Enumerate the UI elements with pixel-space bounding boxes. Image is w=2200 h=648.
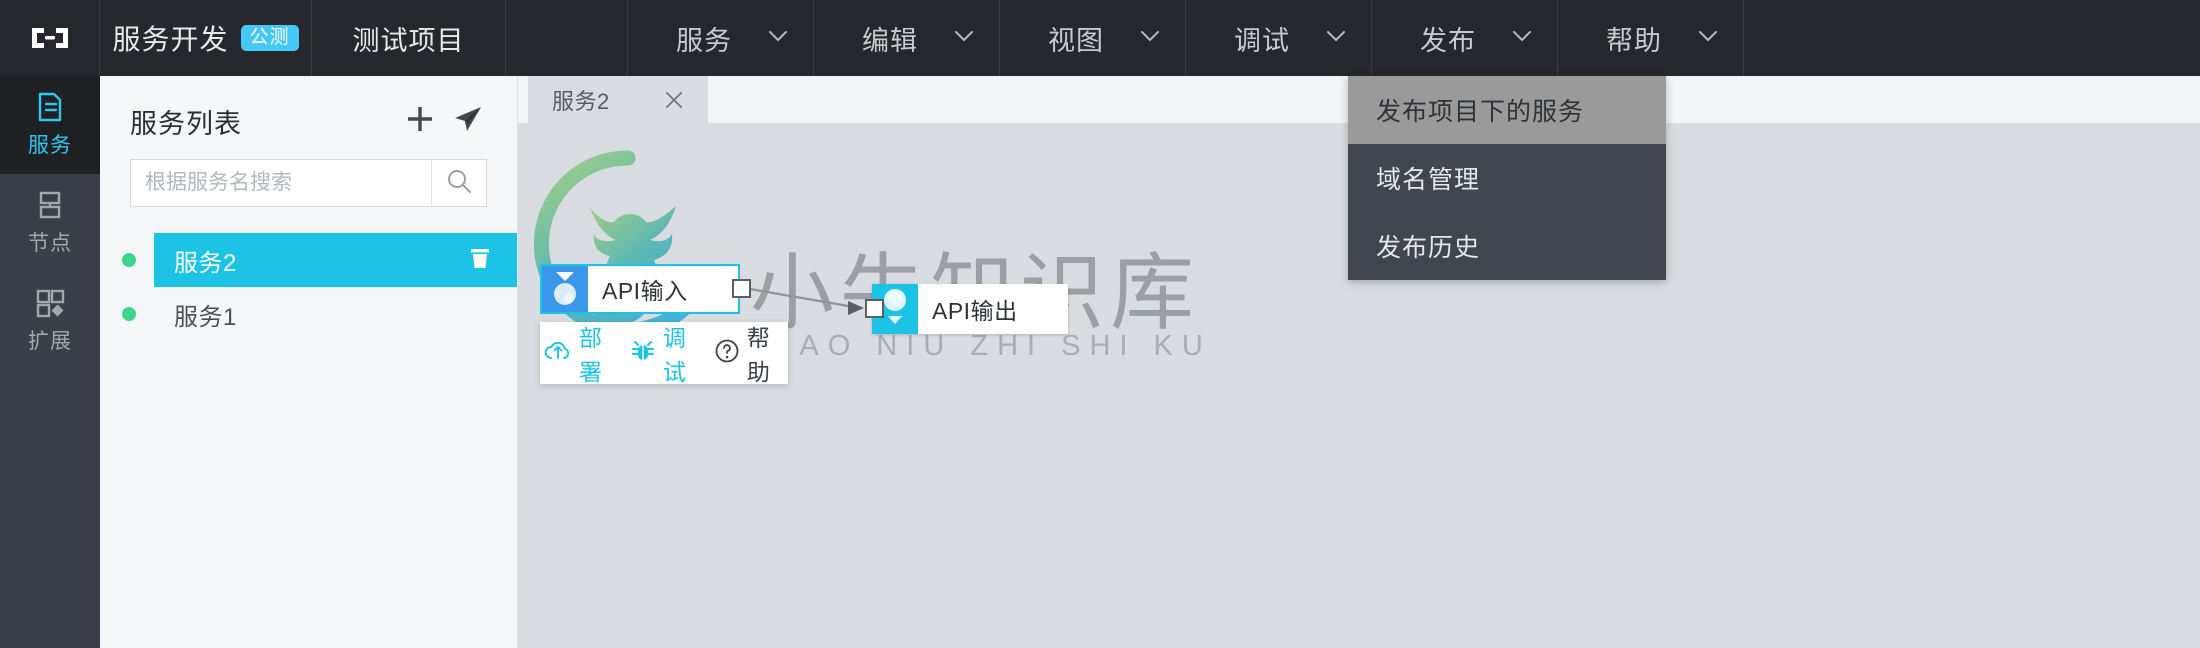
menu-label: 调试 — [1234, 25, 1290, 56]
status-dot-icon — [122, 253, 136, 267]
output-port[interactable] — [732, 279, 751, 298]
tab-service2[interactable]: 服务2 — [528, 76, 708, 124]
service-name: 服务1 — [174, 303, 237, 331]
service-item[interactable]: 服务1 — [154, 287, 517, 341]
document-icon — [34, 91, 66, 123]
menu-item-edit[interactable]: 编辑 — [814, 0, 1000, 76]
chevron-down-icon — [1140, 29, 1160, 47]
beta-badge: 公测 — [240, 25, 299, 51]
search-icon — [446, 168, 472, 199]
sidebar-item-service[interactable]: 服务 — [0, 76, 100, 174]
project-name-cell[interactable]: 测试项目 — [312, 0, 506, 76]
deploy-label: 部署 — [579, 325, 603, 385]
bug-icon — [630, 339, 656, 368]
sidebar-item-extension[interactable]: 扩展 — [0, 272, 100, 370]
menu-item-publish[interactable]: 发布 — [1372, 0, 1558, 76]
chevron-down-icon — [954, 29, 974, 47]
chevron-down-circle-icon — [548, 265, 582, 314]
help-button[interactable]: 帮助 — [710, 319, 788, 387]
extension-blocks-icon — [34, 287, 66, 319]
node-api-input[interactable]: API输入 — [540, 264, 740, 314]
menu-option-publish-history[interactable]: 发布历史 — [1348, 212, 1666, 280]
publish-dropdown-menu: 发布项目下的服务 域名管理 发布历史 — [1348, 76, 1666, 280]
add-service-button[interactable] — [401, 103, 439, 141]
search-input[interactable] — [131, 171, 431, 195]
sidebar-item-label: 节点 — [28, 232, 72, 255]
debug-label: 调试 — [662, 325, 687, 385]
sidebar-item-label: 扩展 — [28, 330, 72, 353]
node-grid-icon — [34, 189, 66, 221]
debug-button[interactable]: 调试 — [626, 319, 704, 387]
chevron-down-icon — [1326, 29, 1346, 47]
topbar-spacer — [506, 0, 628, 76]
deploy-all-button[interactable] — [449, 103, 487, 141]
sidebar-item-label: 服务 — [28, 134, 72, 157]
menu-label: 服务 — [676, 25, 732, 56]
menu-item-service[interactable]: 服务 — [628, 0, 814, 76]
menu-option-publish-project-services[interactable]: 发布项目下的服务 — [1348, 76, 1666, 144]
project-title: 测试项目 — [352, 25, 465, 56]
chevron-down-icon — [1698, 29, 1718, 47]
service-item-selected[interactable]: 服务2 — [154, 233, 517, 287]
menu-label: 发布 — [1420, 25, 1476, 56]
left-nav-rail: 服务 节点 扩展 — [0, 76, 100, 648]
menu-label: 编辑 — [862, 25, 918, 56]
deploy-button[interactable]: 部署 — [540, 319, 620, 387]
trash-icon — [467, 245, 493, 276]
panel-header: 服务列表 — [100, 76, 517, 151]
help-label: 帮助 — [746, 325, 771, 385]
paper-plane-icon — [453, 104, 483, 139]
menu-item-help[interactable]: 帮助 — [1558, 0, 1744, 76]
app-title-cell: 服务开发 公测 — [100, 0, 312, 76]
question-circle-icon — [714, 338, 740, 369]
top-menu-bar: 服务开发 公测 测试项目 服务 编辑 视图 调试 发布 帮助 — [0, 0, 2200, 76]
close-icon[interactable] — [662, 88, 686, 112]
menu-item-debug[interactable]: 调试 — [1186, 0, 1372, 76]
watermark-subtitle: XIAO NIU ZHI SHI KU — [754, 330, 1212, 362]
chevron-down-icon — [768, 29, 788, 47]
chevron-down-icon — [1512, 29, 1532, 47]
tab-label: 服务2 — [552, 89, 610, 114]
brackets-logo-icon — [28, 22, 72, 54]
service-list-panel: 服务列表 根据服务名搜索 服务2 服务1 — [100, 76, 518, 648]
service-list: 服务2 服务1 — [100, 233, 517, 341]
menu-label: 视图 — [1048, 25, 1104, 56]
menu-item-view[interactable]: 视图 — [1000, 0, 1186, 76]
topbar-filler — [1744, 0, 2200, 76]
list-item[interactable]: 服务1 — [100, 287, 517, 341]
app-logo-button[interactable] — [0, 0, 100, 76]
status-dot-icon — [122, 307, 136, 321]
menu-label: 帮助 — [1606, 25, 1662, 56]
list-item[interactable]: 服务2 — [100, 233, 517, 287]
node-action-toolbar: 部署 调试 帮助 — [540, 319, 788, 387]
cloud-upload-icon — [544, 339, 572, 368]
input-port[interactable] — [865, 299, 884, 318]
app-title: 服务开发 — [112, 24, 229, 55]
node-label: API输入 — [602, 278, 688, 304]
search-box — [130, 159, 487, 207]
menu-option-domain-management[interactable]: 域名管理 — [1348, 144, 1666, 212]
plus-icon — [405, 104, 435, 139]
node-label: API输出 — [918, 284, 1068, 334]
node-badge — [542, 266, 588, 312]
search-button[interactable] — [431, 160, 486, 206]
page-title: 服务列表 — [130, 109, 242, 139]
delete-service-button[interactable] — [465, 245, 495, 275]
node-api-output[interactable]: API输出 — [872, 284, 1068, 334]
service-name: 服务2 — [174, 249, 237, 277]
sidebar-item-node[interactable]: 节点 — [0, 174, 100, 272]
